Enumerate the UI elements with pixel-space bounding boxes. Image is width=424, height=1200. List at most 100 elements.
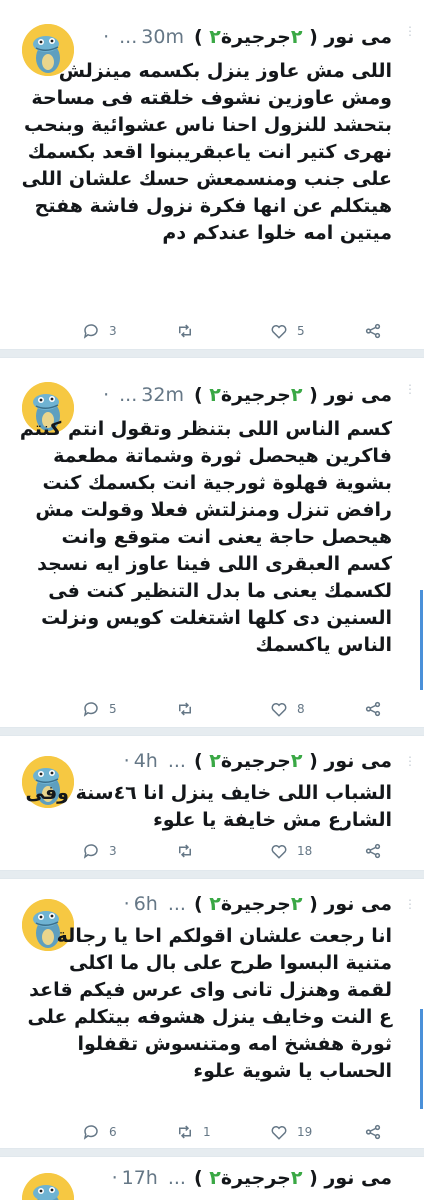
timeline-feed: ⋮ · ... 30m مى نور ( ٢جرجيرة٢ ) اللى مش … [0,0,424,1200]
timestamp[interactable]: 30m [141,26,184,48]
user-name: مى نور [324,893,392,915]
like-count: 5 [297,324,305,338]
more-vertical-icon[interactable]: ⋮ [404,25,416,44]
tweet-text: الشباب اللى خايف ينزل انا ٤٦سنة وفى الشا… [25,782,393,831]
display-name[interactable]: مى نور ( ٢جرجيرة٢ ) [194,384,392,406]
handle-prefix: ... [167,750,186,772]
sprout-icon: ٢ [209,384,221,406]
thread-line [420,590,423,690]
sprout-icon: ٢ [290,750,303,772]
handle-prefix: ... [119,26,138,48]
like-button[interactable]: 5 [270,322,350,340]
handle-name: جرجيرة [220,750,291,772]
reply-icon [83,844,98,859]
retweet-button[interactable]: 1 [176,1123,256,1141]
time-separator: · [111,1167,118,1189]
tweet-actions: 5 8 [82,698,384,720]
reply-button[interactable]: 6 [82,1123,162,1141]
tweet[interactable]: ⋮ · ... 30m مى نور ( ٢جرجيرة٢ ) اللى مش … [0,0,424,350]
like-count: 19 [297,1125,313,1139]
reply-button[interactable]: 5 [82,700,162,718]
reply-button[interactable]: 3 [82,842,162,860]
timestamp[interactable]: 6h [134,893,158,915]
retweet-icon [179,1125,191,1139]
sprout-icon: ٢ [209,750,221,772]
more-vertical-icon[interactable]: ⋮ [404,383,416,402]
tweet-header: · ... 32m مى نور ( ٢جرجيرة٢ ) [99,384,392,406]
retweet-button[interactable] [176,322,256,340]
tweet[interactable]: ⋮ · 6h ... مى نور ( ٢جرجيرة٢ ) انا رجعت … [0,879,424,1149]
share-button[interactable] [364,322,384,340]
share-icon [365,323,381,339]
timestamp[interactable]: 32m [141,384,184,406]
tweet[interactable]: ⋮ · ... 32m مى نور ( ٢جرجيرة٢ ) كسم النا… [0,358,424,728]
heart-icon [271,703,287,717]
handle-name: جرجيرة [220,893,291,915]
tweet-text: انا رجعت علشان اقولكم احا يا رجالة متنية… [27,925,392,1082]
reply-count: 6 [109,1125,117,1139]
tweet-actions: 6 1 19 [82,1121,384,1143]
display-name[interactable]: مى نور ( ٢جرجيرة٢ ) [194,1167,392,1189]
sprout-icon: ٢ [290,1167,303,1189]
time-separator: · [123,893,130,915]
time-separator: · [123,750,130,772]
tweet-header: · 6h ... مى نور ( ٢جرجيرة٢ ) [120,893,392,915]
timestamp[interactable]: 4h [134,750,158,772]
retweet-button[interactable] [176,842,256,860]
sprout-icon: ٢ [209,893,221,915]
sprout-icon: ٢ [290,26,303,48]
like-button[interactable]: 18 [270,842,350,860]
reply-count: 5 [109,702,117,716]
tweet[interactable]: ⋮ · 4h ... مى نور ( ٢جرجيرة٢ ) الشباب ال… [0,736,424,871]
share-button[interactable] [364,842,384,860]
tweet-text: كسم الناس اللى بتنظر وتقول انتم كنتم فاك… [19,418,392,656]
reply-count: 3 [109,844,117,858]
heart-icon [271,1126,287,1140]
handle-name: جرجيرة [220,26,291,48]
sprout-icon: ٢ [290,384,303,406]
like-count: 18 [297,844,313,858]
time-separator: · [103,384,110,406]
handle-name: جرجيرة [220,1167,291,1189]
retweet-button[interactable] [176,700,256,718]
share-button[interactable] [364,1123,384,1141]
sprout-icon: ٢ [209,1167,221,1189]
tweet-separator [0,1149,424,1157]
display-name[interactable]: مى نور ( ٢جرجيرة٢ ) [194,750,392,772]
like-button[interactable]: 8 [270,700,350,718]
like-button[interactable]: 19 [270,1123,350,1141]
tweet-header: · 17h ... مى نور ( ٢جرجيرة٢ ) [108,1167,392,1189]
lizard-avatar-icon [22,1173,74,1200]
display-name[interactable]: مى نور ( ٢جرجيرة٢ ) [194,893,392,915]
reply-button[interactable]: 3 [82,322,162,340]
timestamp[interactable]: 17h [122,1167,158,1189]
more-vertical-icon[interactable]: ⋮ [404,898,416,917]
tweet-header: · 4h ... مى نور ( ٢جرجيرة٢ ) [120,750,392,772]
share-icon [365,701,381,717]
share-button[interactable] [364,700,384,718]
sprout-icon: ٢ [209,26,221,48]
more-vertical-icon[interactable]: ⋮ [404,755,416,774]
heart-icon [271,325,287,339]
tweet-actions: 3 18 [82,840,384,862]
tweet-header: · ... 30m مى نور ( ٢جرجيرة٢ ) [99,26,392,48]
reply-icon [83,702,98,717]
user-name: مى نور [324,1167,392,1189]
reply-count: 3 [109,324,117,338]
retweet-icon [179,324,191,338]
heart-icon [271,845,287,859]
tweet[interactable]: · 17h ... مى نور ( ٢جرجيرة٢ ) [0,1157,424,1200]
handle-prefix: ... [167,1167,186,1189]
tweet-actions: 3 5 [82,320,384,342]
reply-icon [83,1125,98,1140]
avatar[interactable] [22,1173,74,1200]
tweet-separator [0,728,424,736]
retweet-icon [179,702,191,716]
time-separator: · [103,26,110,48]
reply-icon [83,324,98,339]
retweet-count: 1 [203,1125,211,1139]
retweet-icon [179,844,191,858]
tweet-separator [0,350,424,358]
user-name: مى نور [324,750,392,772]
display-name[interactable]: مى نور ( ٢جرجيرة٢ ) [194,26,392,48]
